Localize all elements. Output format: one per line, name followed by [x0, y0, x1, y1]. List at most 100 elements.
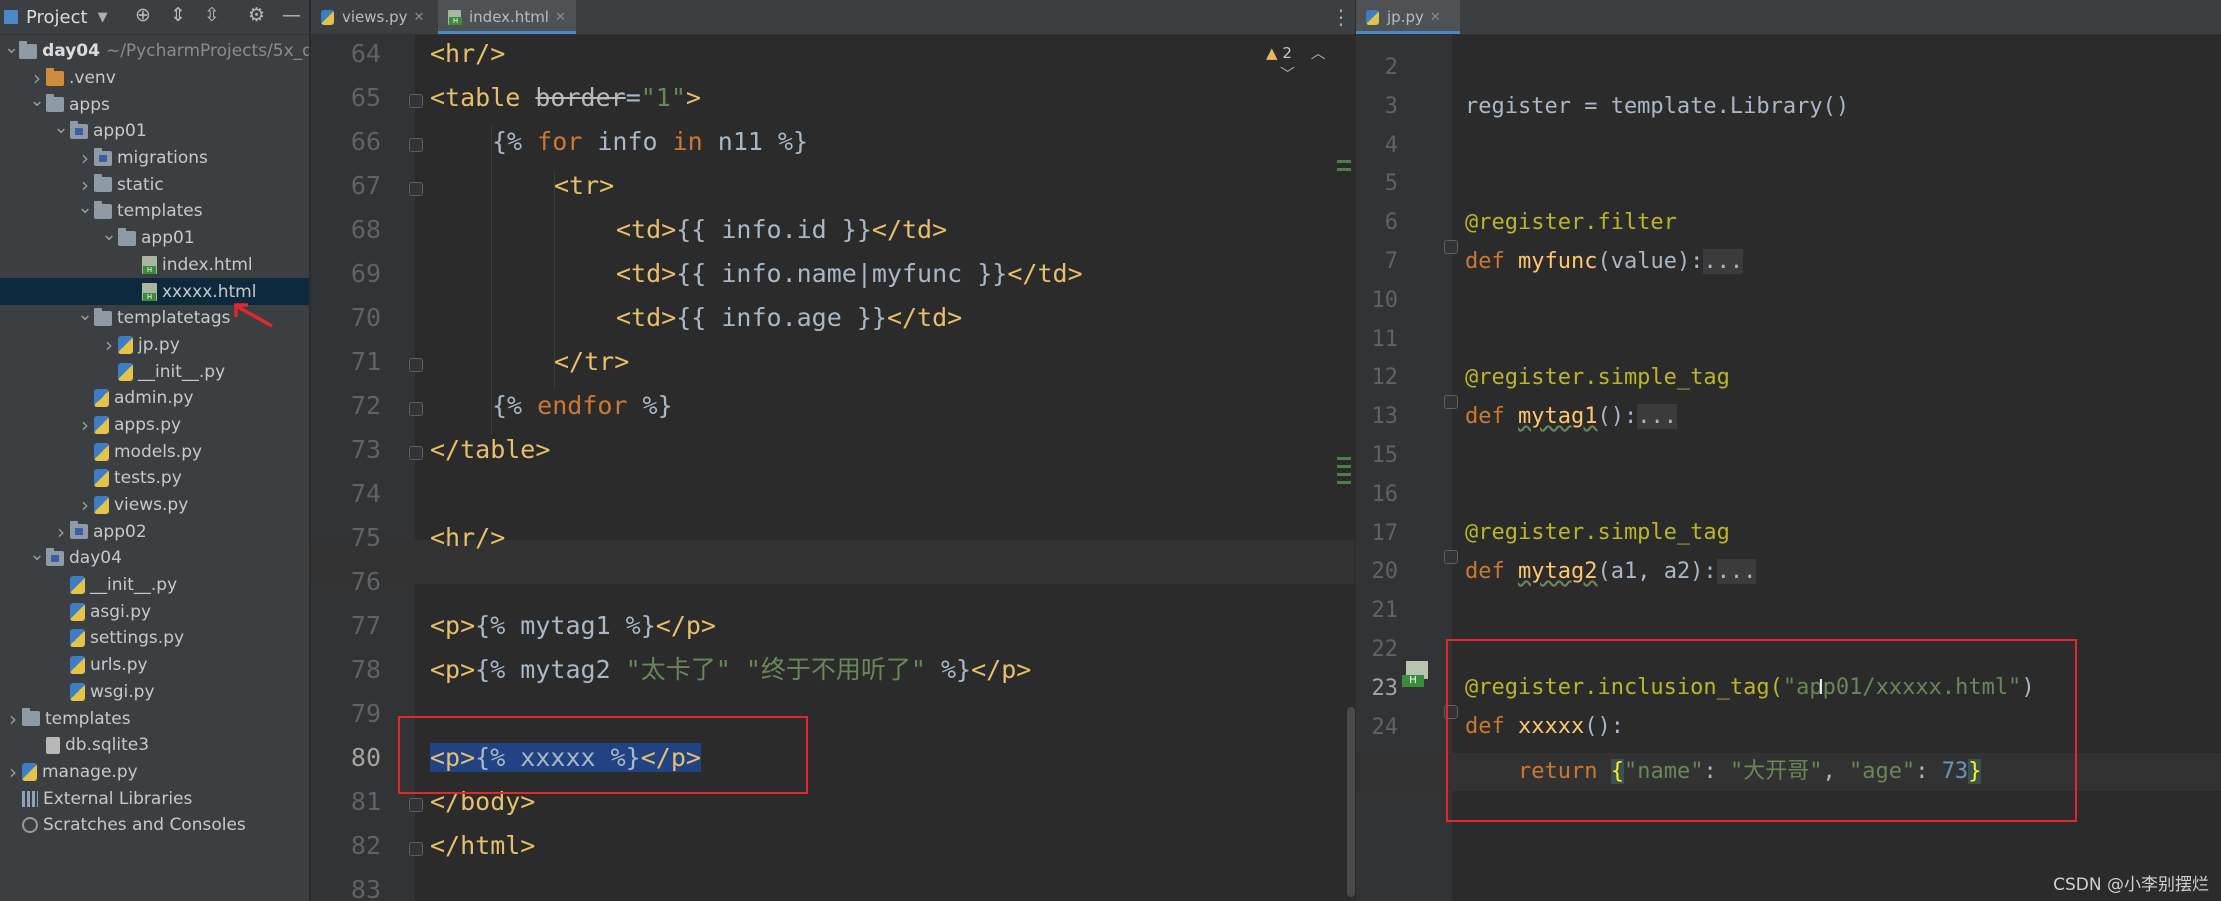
- tree-item[interactable]: › static: [0, 171, 309, 198]
- close-icon[interactable]: ✕: [555, 10, 566, 25]
- tree-item[interactable]: ⌄ apps: [0, 90, 309, 118]
- chevron-right-icon[interactable]: ›: [100, 333, 118, 357]
- chevron-right-icon[interactable]: ›: [52, 520, 70, 544]
- fold-marker[interactable]: [1444, 240, 1458, 254]
- chevron-down-icon[interactable]: ⌄: [76, 304, 94, 325]
- tree-item[interactable]: › app02: [0, 518, 309, 545]
- scroll-marker: [1337, 160, 1351, 163]
- locate-file-icon[interactable]: ⊕: [135, 4, 151, 26]
- fold-marker[interactable]: [409, 798, 423, 812]
- code-token: {%: [492, 127, 538, 156]
- tree-item[interactable]: wsgi.py: [0, 679, 309, 706]
- tree-item[interactable]: admin.py: [0, 385, 309, 412]
- project-view-selector[interactable]: Project ▼: [4, 7, 108, 28]
- close-icon[interactable]: ✕: [1430, 10, 1441, 25]
- tree-item[interactable]: __init__.py: [0, 572, 309, 599]
- vertical-scrollbar[interactable]: [1347, 707, 1355, 897]
- html-file-icon: [142, 282, 157, 301]
- tree-item[interactable]: › templates: [0, 705, 309, 732]
- tree-item[interactable]: Scratches and Consoles: [0, 812, 309, 839]
- chevron-right-icon[interactable]: ›: [76, 493, 94, 517]
- tree-item[interactable]: ⌄ templates: [0, 197, 309, 225]
- code-token: (a1, a2):: [1597, 559, 1717, 584]
- code-token: myfunc: [1517, 249, 1598, 274]
- code-token: {{ info.age }}: [676, 303, 887, 332]
- line-number: 68: [350, 215, 381, 244]
- minimize-icon[interactable]: —: [282, 4, 301, 26]
- tree-item[interactable]: › jp.py: [0, 332, 309, 359]
- tab-jp-py[interactable]: jp.py ✕: [1356, 0, 1460, 34]
- folded-code[interactable]: ...: [1716, 559, 1757, 584]
- tree-item[interactable]: ⌄ day04: [0, 544, 309, 572]
- tree-item[interactable]: › .venv: [0, 65, 309, 92]
- tree-item[interactable]: asgi.py: [0, 598, 309, 625]
- line-number: 15: [1371, 443, 1399, 468]
- fold-marker[interactable]: [409, 842, 423, 856]
- fold-marker[interactable]: [1444, 395, 1458, 409]
- chevron-right-icon[interactable]: ›: [76, 146, 94, 170]
- settings-gear-icon[interactable]: ⚙: [248, 4, 265, 26]
- tab-index-html[interactable]: index.html ✕: [438, 0, 576, 34]
- tab-actions-icon[interactable]: ⋮: [1327, 0, 1355, 34]
- chevron-right-icon[interactable]: ›: [76, 173, 94, 197]
- left-editor[interactable]: 64 65 66 67 68 69 70 71 72 73 74 75 76 77 78 79 80 81 82 83…: [311, 35, 1355, 901]
- tree-item[interactable]: db.sqlite3: [0, 732, 309, 759]
- tree-item[interactable]: ⌄ app01: [0, 224, 309, 252]
- chevron-right-icon[interactable]: ›: [4, 760, 22, 784]
- folder-icon: [118, 227, 136, 246]
- fold-marker[interactable]: [409, 402, 423, 416]
- tree-item-path: ~/PycharmProjects/5x_dja: [105, 41, 310, 62]
- expand-all-icon[interactable]: ⇕: [170, 4, 186, 26]
- tree-item[interactable]: models.py: [0, 438, 309, 465]
- collapse-all-icon[interactable]: ⇳: [204, 4, 220, 26]
- fold-marker[interactable]: [409, 358, 423, 372]
- tree-item[interactable]: › views.py: [0, 492, 309, 519]
- folded-code[interactable]: ...: [1703, 249, 1744, 274]
- tab-label: jp.py: [1387, 8, 1424, 26]
- chevron-down-icon[interactable]: ⌄: [4, 37, 19, 58]
- tab-views-py[interactable]: views.py ✕: [311, 0, 438, 34]
- tree-item[interactable]: settings.py: [0, 625, 309, 652]
- line-number: 75: [350, 523, 381, 552]
- tree-item-label: templatetags: [117, 308, 231, 329]
- warning-indicator[interactable]: ▲ 2 ︿ ﹀: [1266, 42, 1355, 84]
- folded-code[interactable]: ...: [1637, 404, 1677, 429]
- related-html-icon[interactable]: H: [1402, 661, 1430, 689]
- tree-item[interactable]: › apps.py: [0, 412, 309, 439]
- tree-item[interactable]: ⌄ app01: [0, 117, 309, 145]
- fold-marker[interactable]: [1444, 550, 1458, 564]
- tree-item-label: __init__.py: [90, 575, 178, 596]
- fold-marker[interactable]: [409, 446, 423, 460]
- tree-item[interactable]: › manage.py: [0, 759, 309, 786]
- chevron-down-icon[interactable]: ⌄: [28, 90, 46, 111]
- fold-marker[interactable]: [409, 182, 423, 196]
- chevron-right-icon[interactable]: ›: [4, 707, 22, 731]
- chevron-down-icon[interactable]: ⌄: [100, 224, 118, 245]
- right-editor[interactable]: 2 3 4 5 6 7 10 11 12 13 15 16 17 20 21 22 23 24 H registe…: [1356, 35, 2221, 901]
- tree-item-label: models.py: [114, 441, 203, 462]
- fold-marker[interactable]: [409, 94, 423, 108]
- chevron-right-icon[interactable]: ›: [76, 413, 94, 437]
- previous-highlight-icon[interactable]: ︿: [1311, 44, 1326, 62]
- line-number: 82: [350, 831, 381, 860]
- close-icon[interactable]: ✕: [414, 10, 425, 25]
- chevron-down-icon[interactable]: ⌄: [28, 544, 46, 565]
- tree-item[interactable]: __init__.py: [0, 358, 309, 385]
- tree-item[interactable]: urls.py: [0, 652, 309, 679]
- code-token: </tr>: [554, 347, 630, 376]
- tree-item[interactable]: tests.py: [0, 465, 309, 492]
- chevron-down-icon[interactable]: ⌄: [76, 197, 94, 218]
- tree-item[interactable]: xxxxx.html: [0, 278, 309, 305]
- next-highlight-icon[interactable]: ﹀: [1280, 65, 1295, 83]
- tree-item[interactable]: ⌄ day04 ~/PycharmProjects/5x_dja: [0, 37, 310, 65]
- fold-marker[interactable]: [409, 138, 423, 152]
- chevron-right-icon[interactable]: ›: [28, 66, 46, 90]
- tree-item[interactable]: External Libraries: [0, 785, 309, 812]
- project-tree: ⌄ day04 ~/PycharmProjects/5x_dja › .venv ⌄ app…: [0, 35, 309, 839]
- tab-label: index.html: [469, 8, 549, 26]
- tree-item-label: jp.py: [138, 334, 180, 355]
- tree-item[interactable]: › migrations: [0, 145, 309, 172]
- chevron-down-icon[interactable]: ⌄: [52, 117, 70, 138]
- tree-item[interactable]: index.html: [0, 252, 309, 279]
- code-token: </td>: [1007, 259, 1083, 288]
